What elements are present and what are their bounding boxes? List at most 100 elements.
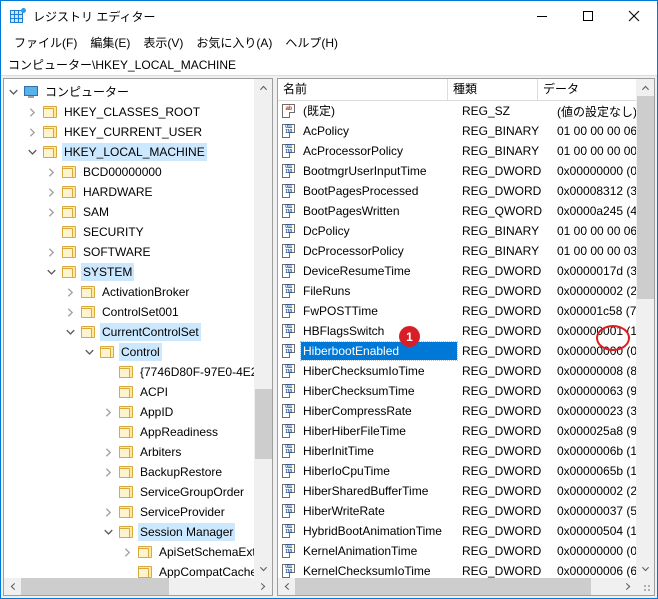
tree-item-7746d80f-97e0-4e26-95[interactable]: {7746D80F-97E0-4E26-95 [4,362,254,382]
close-button[interactable] [611,1,657,31]
tree-item-apisetschemaextens[interactable]: ApiSetSchemaExtens [4,542,254,562]
value-row[interactable]: 011110 DcPolicy REG_BINARY 01 00 00 00 06 0… [278,221,636,241]
address-bar[interactable]: コンピューター\HKEY_LOCAL_MACHINE [1,53,657,76]
value-row[interactable]: 011 110 HiberIoCpuTime REG_DWORD 0x0000065b … [278,461,636,481]
values-scroll-up-arrow[interactable] [637,79,654,96]
tree-item-bcd00000000[interactable]: BCD00000000 [4,162,254,182]
value-row[interactable]: 011 110 HiberSharedBufferTime REG_DWORD 0x00… [278,481,636,501]
tree-scroll-down-arrow[interactable] [255,561,272,578]
chevron-right-icon[interactable] [61,287,80,297]
chevron-right-icon[interactable] [118,547,137,557]
tree-item-appid[interactable]: AppID [4,402,254,422]
values-vertical-scrollbar[interactable] [636,79,654,578]
tree-item-hkey-classes-root[interactable]: HKEY_CLASSES_ROOT [4,102,254,122]
chevron-right-icon[interactable] [23,127,42,137]
menu-help[interactable]: ヘルプ(H) [279,32,345,53]
values-scroll-thumb[interactable] [637,96,654,299]
value-row[interactable]: 011 110 FileRuns REG_DWORD 0x00000002 (2) [278,281,636,301]
chevron-down-icon[interactable] [42,268,61,277]
value-row[interactable]: 011 110 HiberChecksumIoTime REG_DWORD 0x0000… [278,361,636,381]
tree-item-backuprestore[interactable]: BackupRestore [4,462,254,482]
chevron-right-icon[interactable] [99,407,118,417]
value-row[interactable]: 011 110 AcProcessorPolicy REG_BINARY 01 00 0… [278,141,636,161]
menu-edit[interactable]: 編集(E) [84,32,137,53]
value-row[interactable]: 011 110 HiberWriteRate REG_DWORD 0x00000037 … [278,501,636,521]
tree-item-[interactable]: コンピューター [4,82,254,102]
value-row[interactable]: 011 110 BootPagesProcessed REG_DWORD 0x00008… [278,181,636,201]
tree-item-security[interactable]: SECURITY [4,222,254,242]
tree-scroll-up-arrow[interactable] [255,79,272,96]
tree-item-acpi[interactable]: ACPI [4,382,254,402]
value-row[interactable]: 011 110 HiberInitTime REG_DWORD 0x0000006b (… [278,441,636,461]
chevron-right-icon[interactable] [99,447,118,457]
tree-vertical-scrollbar[interactable] [254,79,272,578]
tree-item-appcompatcache[interactable]: AppCompatCache [4,562,254,578]
chevron-right-icon[interactable] [42,207,61,217]
value-row[interactable]: 011 110 HiberHiberFileTime REG_DWORD 0x00002… [278,421,636,441]
value-row[interactable]: 011 110 HybridBootAnimationTime REG_DWORD 0x… [278,521,636,541]
tree-hscroll-thumb[interactable] [21,578,169,595]
tree-item-arbiters[interactable]: Arbiters [4,442,254,462]
value-row[interactable]: 011110 AcPolicy REG_BINARY 01 00 00 00 06 0… [278,121,636,141]
registry-tree[interactable]: コンピューター HKEY_CLASSES_ROOT HKEY_CURRENT_USE… [4,79,254,578]
column-header-name[interactable]: 名前 [278,79,448,100]
minimize-button[interactable] [519,1,565,31]
value-row[interactable]: 011 110 HiberbootEnabled REG_DWORD 0x0000000… [278,341,636,361]
value-row[interactable]: 011 110 KernelAnimationTime REG_DWORD 0x0000… [278,541,636,561]
tree-item-hkey-current-user[interactable]: HKEY_CURRENT_USER [4,122,254,142]
chevron-down-icon[interactable] [80,348,99,357]
tree-item-controlset001[interactable]: ControlSet001 [4,302,254,322]
value-row[interactable]: 011110 FwPOSTTime REG_DWORD 0x00001c58 (725… [278,301,636,321]
values-hscroll-right-arrow[interactable] [620,578,637,595]
resize-grip[interactable] [637,578,654,595]
menu-favorites[interactable]: お気に入り(A) [190,32,279,53]
value-row[interactable]: 011 110 KernelChecksumIoTime REG_DWORD 0x000… [278,561,636,578]
values-hscroll-track[interactable] [295,578,620,595]
tree-item-session-manager[interactable]: Session Manager [4,522,254,542]
tree-item-system[interactable]: SYSTEM [4,262,254,282]
tree-hscroll-right-arrow[interactable] [255,578,272,595]
value-row[interactable]: 011 110 HiberChecksumTime REG_DWORD 0x000000… [278,381,636,401]
value-row[interactable]: 011 110 HBFlagsSwitch REG_DWORD 0x00000001 (… [278,321,636,341]
value-row[interactable]: ab (既定) REG_SZ (値の設定なし) [278,101,636,121]
values-hscroll-left-arrow[interactable] [278,578,295,595]
tree-item-hkey-local-machine[interactable]: HKEY_LOCAL_MACHINE [4,142,254,162]
values-list[interactable]: ab (既定) REG_SZ (値の設定なし) 011 110 AcPolicy REG_BI… [278,101,636,578]
tree-item-control[interactable]: Control [4,342,254,362]
tree-item-hardware[interactable]: HARDWARE [4,182,254,202]
tree-item-currentcontrolset[interactable]: CurrentControlSet [4,322,254,342]
column-header-type[interactable]: 種類 [448,79,538,100]
tree-scroll-thumb[interactable] [255,389,272,459]
chevron-down-icon[interactable] [99,528,118,537]
value-row[interactable]: 011 110 HiberCompressRate REG_DWORD 0x000000… [278,401,636,421]
value-row[interactable]: 011 110 DeviceResumeTime REG_DWORD 0x0000017… [278,261,636,281]
values-horizontal-scrollbar[interactable] [278,578,654,595]
values-scroll-track[interactable] [637,96,654,561]
values-hscroll-thumb[interactable] [295,578,591,595]
tree-scroll-track[interactable] [255,96,272,561]
chevron-right-icon[interactable] [99,467,118,477]
tree-hscroll-track[interactable] [21,578,255,595]
value-row[interactable]: 011 110 BootPagesWritten REG_QWORD 0x0000a24… [278,201,636,221]
chevron-down-icon[interactable] [61,328,80,337]
column-header-data[interactable]: データ [538,79,636,100]
tree-item-serviceprovider[interactable]: ServiceProvider [4,502,254,522]
tree-item-software[interactable]: SOFTWARE [4,242,254,262]
values-scroll-down-arrow[interactable] [637,561,654,578]
chevron-right-icon[interactable] [23,107,42,117]
tree-item-sam[interactable]: SAM [4,202,254,222]
menu-file[interactable]: ファイル(F) [8,32,84,53]
value-row[interactable]: 011 110 DcProcessorPolicy REG_BINARY 01 00 0… [278,241,636,261]
tree-horizontal-scrollbar[interactable] [4,578,272,595]
chevron-right-icon[interactable] [42,247,61,257]
tree-item-appreadiness[interactable]: AppReadiness [4,422,254,442]
value-row[interactable]: 011 110 BootmgrUserInputTime REG_DWORD 0x000… [278,161,636,181]
chevron-down-icon[interactable] [4,88,23,97]
chevron-right-icon[interactable] [99,507,118,517]
tree-item-activationbroker[interactable]: ActivationBroker [4,282,254,302]
maximize-button[interactable] [565,1,611,31]
tree-hscroll-left-arrow[interactable] [4,578,21,595]
menu-view[interactable]: 表示(V) [137,32,190,53]
chevron-down-icon[interactable] [23,148,42,157]
chevron-right-icon[interactable] [42,167,61,177]
